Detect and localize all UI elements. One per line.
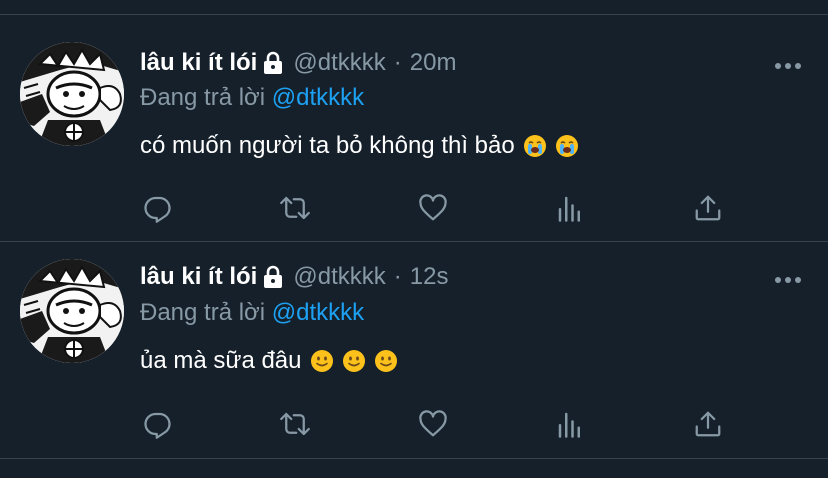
display-name[interactable]: lâu ki ít lói: [140, 263, 257, 291]
tweet-header: lâu ki ít lói @dtkkkk · 12s: [140, 260, 448, 294]
analytics-icon[interactable]: [550, 188, 590, 228]
separator: ·: [393, 263, 402, 290]
tweet[interactable]: lâu ki ít lói @dtkkkk · 20m Đang trả lời…: [0, 15, 828, 240]
separator: ·: [393, 49, 402, 76]
like-icon[interactable]: [413, 404, 453, 444]
slightly-smiling-face-emoji: [342, 349, 366, 373]
timeline: lâu ki ít lói @dtkkkk · 20m Đang trả lời…: [0, 0, 828, 478]
slightly-smiling-face-emoji: [310, 349, 334, 373]
tweet-text-content: ủa mà sữa đâu: [140, 347, 302, 374]
reply-icon[interactable]: [138, 188, 178, 228]
reply-icon[interactable]: [138, 404, 178, 444]
handle[interactable]: @dtkkkk: [293, 263, 385, 291]
like-icon[interactable]: [413, 188, 453, 228]
mention-link[interactable]: @dtkkkk: [272, 84, 364, 111]
timestamp[interactable]: 12s: [410, 263, 449, 291]
avatar[interactable]: [20, 259, 124, 363]
replying-to-label: Đang trả lời: [140, 84, 266, 111]
more-icon[interactable]: [774, 272, 802, 283]
tweet-actions: [138, 188, 738, 228]
tweet-text-content: có muốn người ta bỏ không thì bảo: [140, 132, 515, 159]
divider: [0, 458, 828, 459]
tweet-header: lâu ki ít lói @dtkkkk · 20m: [140, 46, 456, 80]
tweet-text: có muốn người ta bỏ không thì bảo: [140, 132, 579, 160]
lock-icon: [263, 51, 283, 75]
retweet-icon[interactable]: [275, 404, 315, 444]
more-icon[interactable]: [774, 58, 802, 69]
slightly-smiling-face-emoji: [374, 349, 398, 373]
replying-to: Đang trả lời @dtkkkk: [140, 84, 364, 112]
crying-face-emoji: [523, 134, 547, 158]
mention-link[interactable]: @dtkkkk: [272, 299, 364, 326]
tweet-text: ủa mà sữa đâu: [140, 347, 398, 375]
avatar[interactable]: [20, 42, 124, 146]
lock-icon: [263, 265, 283, 289]
tweet[interactable]: lâu ki ít lói @dtkkkk · 12s Đang trả lời…: [0, 242, 828, 467]
share-icon[interactable]: [688, 188, 728, 228]
handle[interactable]: @dtkkkk: [293, 49, 385, 77]
replying-to-label: Đang trả lời: [140, 299, 266, 326]
analytics-icon[interactable]: [550, 404, 590, 444]
timestamp[interactable]: 20m: [410, 49, 457, 77]
display-name[interactable]: lâu ki ít lói: [140, 49, 257, 77]
replying-to: Đang trả lời @dtkkkk: [140, 299, 364, 327]
share-icon[interactable]: [688, 404, 728, 444]
crying-face-emoji: [555, 134, 579, 158]
tweet-actions: [138, 404, 738, 444]
retweet-icon[interactable]: [275, 188, 315, 228]
